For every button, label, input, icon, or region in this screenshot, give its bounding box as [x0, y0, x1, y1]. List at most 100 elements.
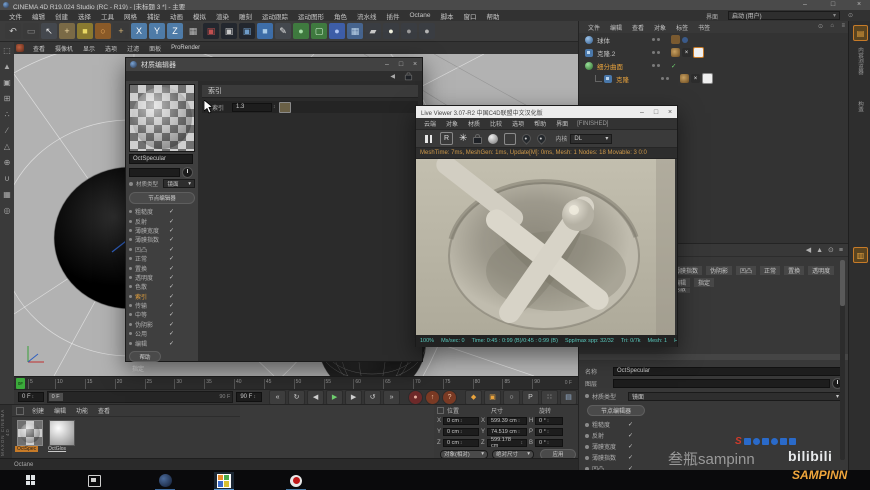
minimize-button[interactable]: –	[380, 61, 394, 68]
render-picture-viewer-button[interactable]: ▣	[221, 23, 237, 39]
channel-row[interactable]: 中等 ✓	[129, 310, 195, 319]
move-tool-icon[interactable]: +	[59, 23, 75, 39]
selection-filter-icon[interactable]: ⬚	[1, 44, 13, 56]
parameter-key-button[interactable]: P	[522, 389, 540, 405]
render-view[interactable]	[416, 159, 675, 335]
menu-item[interactable]: 窗口	[458, 11, 481, 21]
channel-row[interactable]: 粗糙度 ✓	[129, 207, 195, 216]
menu-item[interactable]: 创建	[50, 11, 73, 21]
next-frame-button[interactable]: ▶	[345, 389, 363, 405]
menu-item[interactable]: 插件	[382, 11, 405, 21]
menu-item[interactable]: 流水线	[352, 11, 382, 21]
y-axis-lock-button[interactable]: Y	[149, 23, 165, 39]
frame-start-spinner[interactable]: 0 F ↕	[18, 392, 44, 402]
object-manager-menu-item[interactable]: 文件	[583, 23, 605, 32]
channel-row[interactable]: 伪阴影 ✓	[129, 320, 195, 329]
position-z-field[interactable]: 0 cm ↕	[443, 438, 479, 447]
object-row[interactable]: 球体	[579, 33, 849, 46]
up-icon[interactable]: ▲	[816, 247, 823, 254]
live-selection-icon[interactable]: ↖	[41, 23, 57, 39]
octane-object-tag[interactable]: ×	[691, 74, 700, 83]
object-label[interactable]: 细分曲面	[597, 61, 651, 71]
object-manager-menu-item[interactable]: 查看	[627, 23, 649, 32]
size-z-field[interactable]: 599.178 cm ↕	[487, 437, 527, 449]
channel-row[interactable]: 薄膜指数 ✓	[129, 235, 195, 244]
node-editor-button[interactable]: 节点编辑器	[129, 192, 195, 204]
octane-object-tag[interactable]: ×	[682, 48, 691, 57]
material-editor-titlebar[interactable]: 材质编辑器 – □ ×	[126, 58, 422, 71]
visibility-dot[interactable]	[666, 77, 669, 80]
taskbar-color-app-icon[interactable]	[214, 472, 234, 490]
environment-button[interactable]: ●	[419, 23, 435, 39]
region-render-icon[interactable]	[504, 132, 517, 145]
rotation-h-field[interactable]: 0 ° ↕	[535, 416, 563, 425]
viewport-menu-item[interactable]: 查看	[28, 44, 50, 53]
channel-row[interactable]: 粗糙度 ✓	[585, 419, 725, 430]
material-name-field[interactable]: OctSpecular	[613, 366, 843, 376]
tab-content-browser[interactable]: 内容浏览器	[856, 47, 864, 75]
menu-item[interactable]: 雕刻	[234, 11, 257, 21]
visibility-dot[interactable]	[657, 51, 660, 54]
position-key-button[interactable]: ◆	[465, 389, 483, 405]
visibility-dot[interactable]	[657, 64, 660, 67]
search-icon[interactable]: ⊙	[828, 246, 834, 254]
channel-row[interactable]: 反射 ✓	[129, 216, 195, 226]
goto-start-button[interactable]: «	[269, 389, 287, 405]
history-icon[interactable]: ▭	[23, 23, 39, 39]
minimize-button[interactable]: –	[635, 109, 649, 116]
texture-tag[interactable]	[693, 47, 704, 58]
keyframe-selection-button[interactable]: ?	[442, 389, 458, 405]
viewport-menu-item[interactable]: 摄像机	[50, 44, 78, 53]
materials-menu-item[interactable]: 编辑	[49, 406, 71, 415]
taskbar-recorder-icon[interactable]	[286, 472, 306, 490]
lock-resolution-icon[interactable]	[473, 133, 483, 144]
materials-menu-item[interactable]: 查看	[93, 406, 115, 415]
object-manager-menu-item[interactable]: 对象	[649, 23, 671, 32]
camera-target-pin-icon[interactable]	[535, 132, 549, 145]
object-row[interactable]: 细分曲面 ✓	[579, 59, 849, 72]
range-start-handle[interactable]: 0 F	[48, 393, 63, 401]
sky-button[interactable]: ●	[401, 23, 417, 39]
visibility-dot[interactable]	[652, 51, 655, 54]
visibility-dot[interactable]	[652, 38, 655, 41]
menu-item[interactable]: 运动图形	[293, 11, 329, 21]
tab-structure[interactable]: 构造	[856, 101, 864, 112]
menu-item[interactable]: 渲染	[211, 11, 234, 21]
material-preview[interactable]	[129, 84, 195, 152]
taskbar-cinema4d-icon[interactable]	[155, 472, 175, 490]
maximize-button[interactable]: □	[826, 1, 840, 8]
list-icon[interactable]: ≡	[839, 247, 843, 254]
material-thumbnail-octglos[interactable]	[49, 420, 75, 446]
lock-icon[interactable]	[404, 72, 413, 81]
back-icon[interactable]: ◀	[390, 73, 395, 80]
grid-icon[interactable]: ▦	[1, 188, 13, 200]
frame-end-spinner[interactable]: 90 F ↕	[236, 392, 263, 402]
attribute-scrollbar[interactable]	[840, 260, 845, 460]
material-name-octspec[interactable]: OctSpec	[15, 446, 39, 452]
scale-tool-icon[interactable]: ■	[77, 23, 93, 39]
menu-item[interactable]: 运动跟踪	[257, 11, 293, 21]
live-viewer-titlebar[interactable]: Live Viewer 3.07-R2 中国C4D联盟中文汉化版 – □ ×	[416, 106, 677, 118]
points-mode-icon[interactable]: ∴	[1, 108, 13, 120]
channel-row[interactable]: 反射 ✓	[585, 430, 725, 441]
render-settings-button[interactable]: ▣	[239, 23, 255, 39]
object-label[interactable]: 克隆	[616, 74, 660, 84]
menu-item[interactable]: 脚本	[435, 11, 458, 21]
channel-row[interactable]: 正常 ✓	[129, 254, 195, 263]
task-view-button[interactable]	[88, 475, 101, 487]
settings-gear-icon[interactable]: ✳	[459, 133, 467, 144]
render-view-button[interactable]: ▣	[203, 23, 219, 39]
menu-item[interactable]: 角色	[329, 11, 352, 21]
timeline-playhead[interactable]: 0F	[16, 378, 25, 389]
list-icon[interactable]: ≡	[841, 23, 845, 29]
material-type-dropdown[interactable]: 镜面 ▾	[628, 391, 843, 401]
size-y-field[interactable]: 74.519 cm ↕	[487, 427, 527, 436]
pause-render-button[interactable]	[424, 135, 433, 143]
focus-picker-pin-icon[interactable]	[520, 132, 534, 145]
channel-row[interactable]: 色散 ✓	[129, 282, 195, 291]
menu-item[interactable]: 编辑	[27, 11, 50, 21]
phong-tag[interactable]	[680, 74, 689, 83]
menu-item[interactable]: 工具	[96, 11, 119, 21]
phong-tag[interactable]	[671, 35, 680, 44]
viewport-menu-item[interactable]: 显示	[78, 44, 100, 53]
